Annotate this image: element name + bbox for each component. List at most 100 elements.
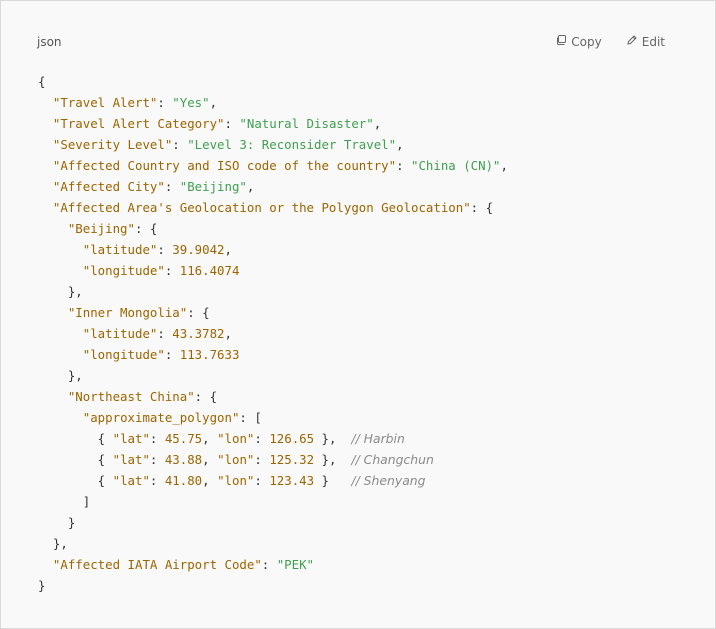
json-punctuation: { [38, 473, 113, 488]
json-string: "Yes" [172, 95, 210, 110]
json-punctuation: { [38, 74, 46, 89]
code-line: "longitude": 116.4074 [38, 260, 508, 281]
json-key: "latitude" [82, 326, 158, 341]
edit-label: Edit [641, 34, 665, 49]
json-punctuation: : [149, 431, 165, 446]
json-key: "Affected Area's Geolocation or the Poly… [52, 200, 471, 215]
json-punctuation [38, 389, 68, 404]
json-punctuation: : [164, 263, 180, 278]
code-line: { "lat": 43.88, "lon": 125.32 }, // Chan… [38, 449, 508, 470]
json-key: "lon" [217, 431, 255, 446]
json-punctuation: , [202, 473, 218, 488]
json-punctuation: , [209, 95, 218, 110]
json-punctuation [38, 305, 68, 320]
edit-button[interactable]: Edit [626, 34, 665, 49]
json-punctuation: , [202, 431, 218, 446]
code-line: "latitude": 39.9042, [38, 239, 508, 260]
json-number: 113.7633 [179, 347, 240, 362]
json-punctuation: : { [470, 200, 494, 215]
json-punctuation: }, [38, 536, 68, 551]
code-line: "Northeast China": { [38, 386, 508, 407]
json-punctuation: : [254, 431, 270, 446]
code-line: "Affected Area's Geolocation or the Poly… [38, 197, 508, 218]
json-punctuation: : [157, 95, 173, 110]
json-number: 43.3782 [172, 326, 225, 341]
json-key: "Affected City" [52, 179, 165, 194]
json-string: "Natural Disaster" [239, 116, 374, 131]
code-line: "Travel Alert": "Yes", [38, 92, 508, 113]
json-punctuation: : [261, 557, 277, 572]
json-key: "Northeast China" [67, 389, 195, 404]
json-punctuation: : [164, 347, 180, 362]
json-key: "Affected Country and ISO code of the co… [52, 158, 397, 173]
copy-icon [555, 34, 567, 49]
json-punctuation: }, [38, 368, 83, 383]
json-number: 43.88 [164, 452, 203, 467]
json-punctuation [38, 410, 83, 425]
code-line: "Affected City": "Beijing", [38, 176, 508, 197]
json-punctuation: , [500, 158, 508, 173]
code-line: "longitude": 113.7633 [38, 344, 508, 365]
json-punctuation: : [164, 179, 180, 194]
json-number: 116.4074 [179, 263, 240, 278]
json-punctuation [38, 557, 53, 572]
json-key: "lat" [112, 452, 150, 467]
json-punctuation: : [224, 116, 240, 131]
code-line: "Inner Mongolia": { [38, 302, 508, 323]
json-punctuation [38, 263, 83, 278]
code-line: "approximate_polygon": [ [38, 407, 508, 428]
json-key: "approximate_polygon" [82, 410, 240, 425]
code-block-header: json Copy Edit [1, 1, 715, 61]
json-punctuation: } [38, 515, 76, 530]
json-punctuation: , [373, 116, 382, 131]
json-punctuation: , [202, 452, 218, 467]
code-line: }, [38, 365, 508, 386]
json-punctuation: : { [187, 305, 210, 320]
json-punctuation: }, [314, 431, 352, 446]
json-punctuation: , [224, 242, 232, 257]
json-punctuation: : { [194, 389, 218, 404]
json-string: "China (CN)" [411, 158, 501, 173]
json-string: "Level 3: Reconsider Travel" [187, 137, 397, 152]
json-punctuation [38, 179, 53, 194]
json-number: 126.65 [269, 431, 315, 446]
json-punctuation [38, 326, 83, 341]
code-line: }, [38, 533, 508, 554]
code-line: } [38, 575, 508, 596]
code-content: { "Travel Alert": "Yes", "Travel Alert C… [38, 71, 508, 596]
code-comment: // Changchun [351, 452, 434, 467]
language-label: json [37, 35, 62, 49]
json-punctuation: { [38, 431, 113, 446]
json-punctuation: , [224, 326, 232, 341]
json-key: "Inner Mongolia" [67, 305, 188, 320]
copy-button[interactable]: Copy [555, 34, 602, 49]
json-punctuation: : [157, 326, 173, 341]
json-punctuation [38, 242, 83, 257]
json-key: "Travel Alert Category" [52, 116, 225, 131]
json-punctuation [38, 347, 83, 362]
json-number: 123.43 [269, 473, 315, 488]
code-line: "Affected Country and ISO code of the co… [38, 155, 508, 176]
json-punctuation [38, 137, 53, 152]
json-string: "PEK" [276, 557, 315, 572]
json-punctuation: }, [314, 452, 352, 467]
code-line: { "lat": 45.75, "lon": 126.65 }, // Harb… [38, 428, 508, 449]
json-number: 45.75 [164, 431, 203, 446]
json-punctuation: } [314, 473, 352, 488]
json-punctuation [38, 95, 53, 110]
json-number: 125.32 [269, 452, 315, 467]
json-key: "Severity Level" [52, 137, 173, 152]
json-punctuation: : [254, 473, 270, 488]
json-key: "lon" [217, 473, 255, 488]
code-line: "Travel Alert Category": "Natural Disast… [38, 113, 508, 134]
code-line: "latitude": 43.3782, [38, 323, 508, 344]
json-key: "longitude" [82, 347, 165, 362]
code-line: { [38, 71, 508, 92]
code-actions: Copy Edit [555, 34, 665, 49]
json-key: "lat" [112, 431, 150, 446]
code-line: "Severity Level": "Level 3: Reconsider T… [38, 134, 508, 155]
json-punctuation: }, [38, 284, 83, 299]
json-punctuation: : { [134, 221, 158, 236]
json-key: "Affected IATA Airport Code" [52, 557, 262, 572]
json-punctuation [38, 200, 53, 215]
